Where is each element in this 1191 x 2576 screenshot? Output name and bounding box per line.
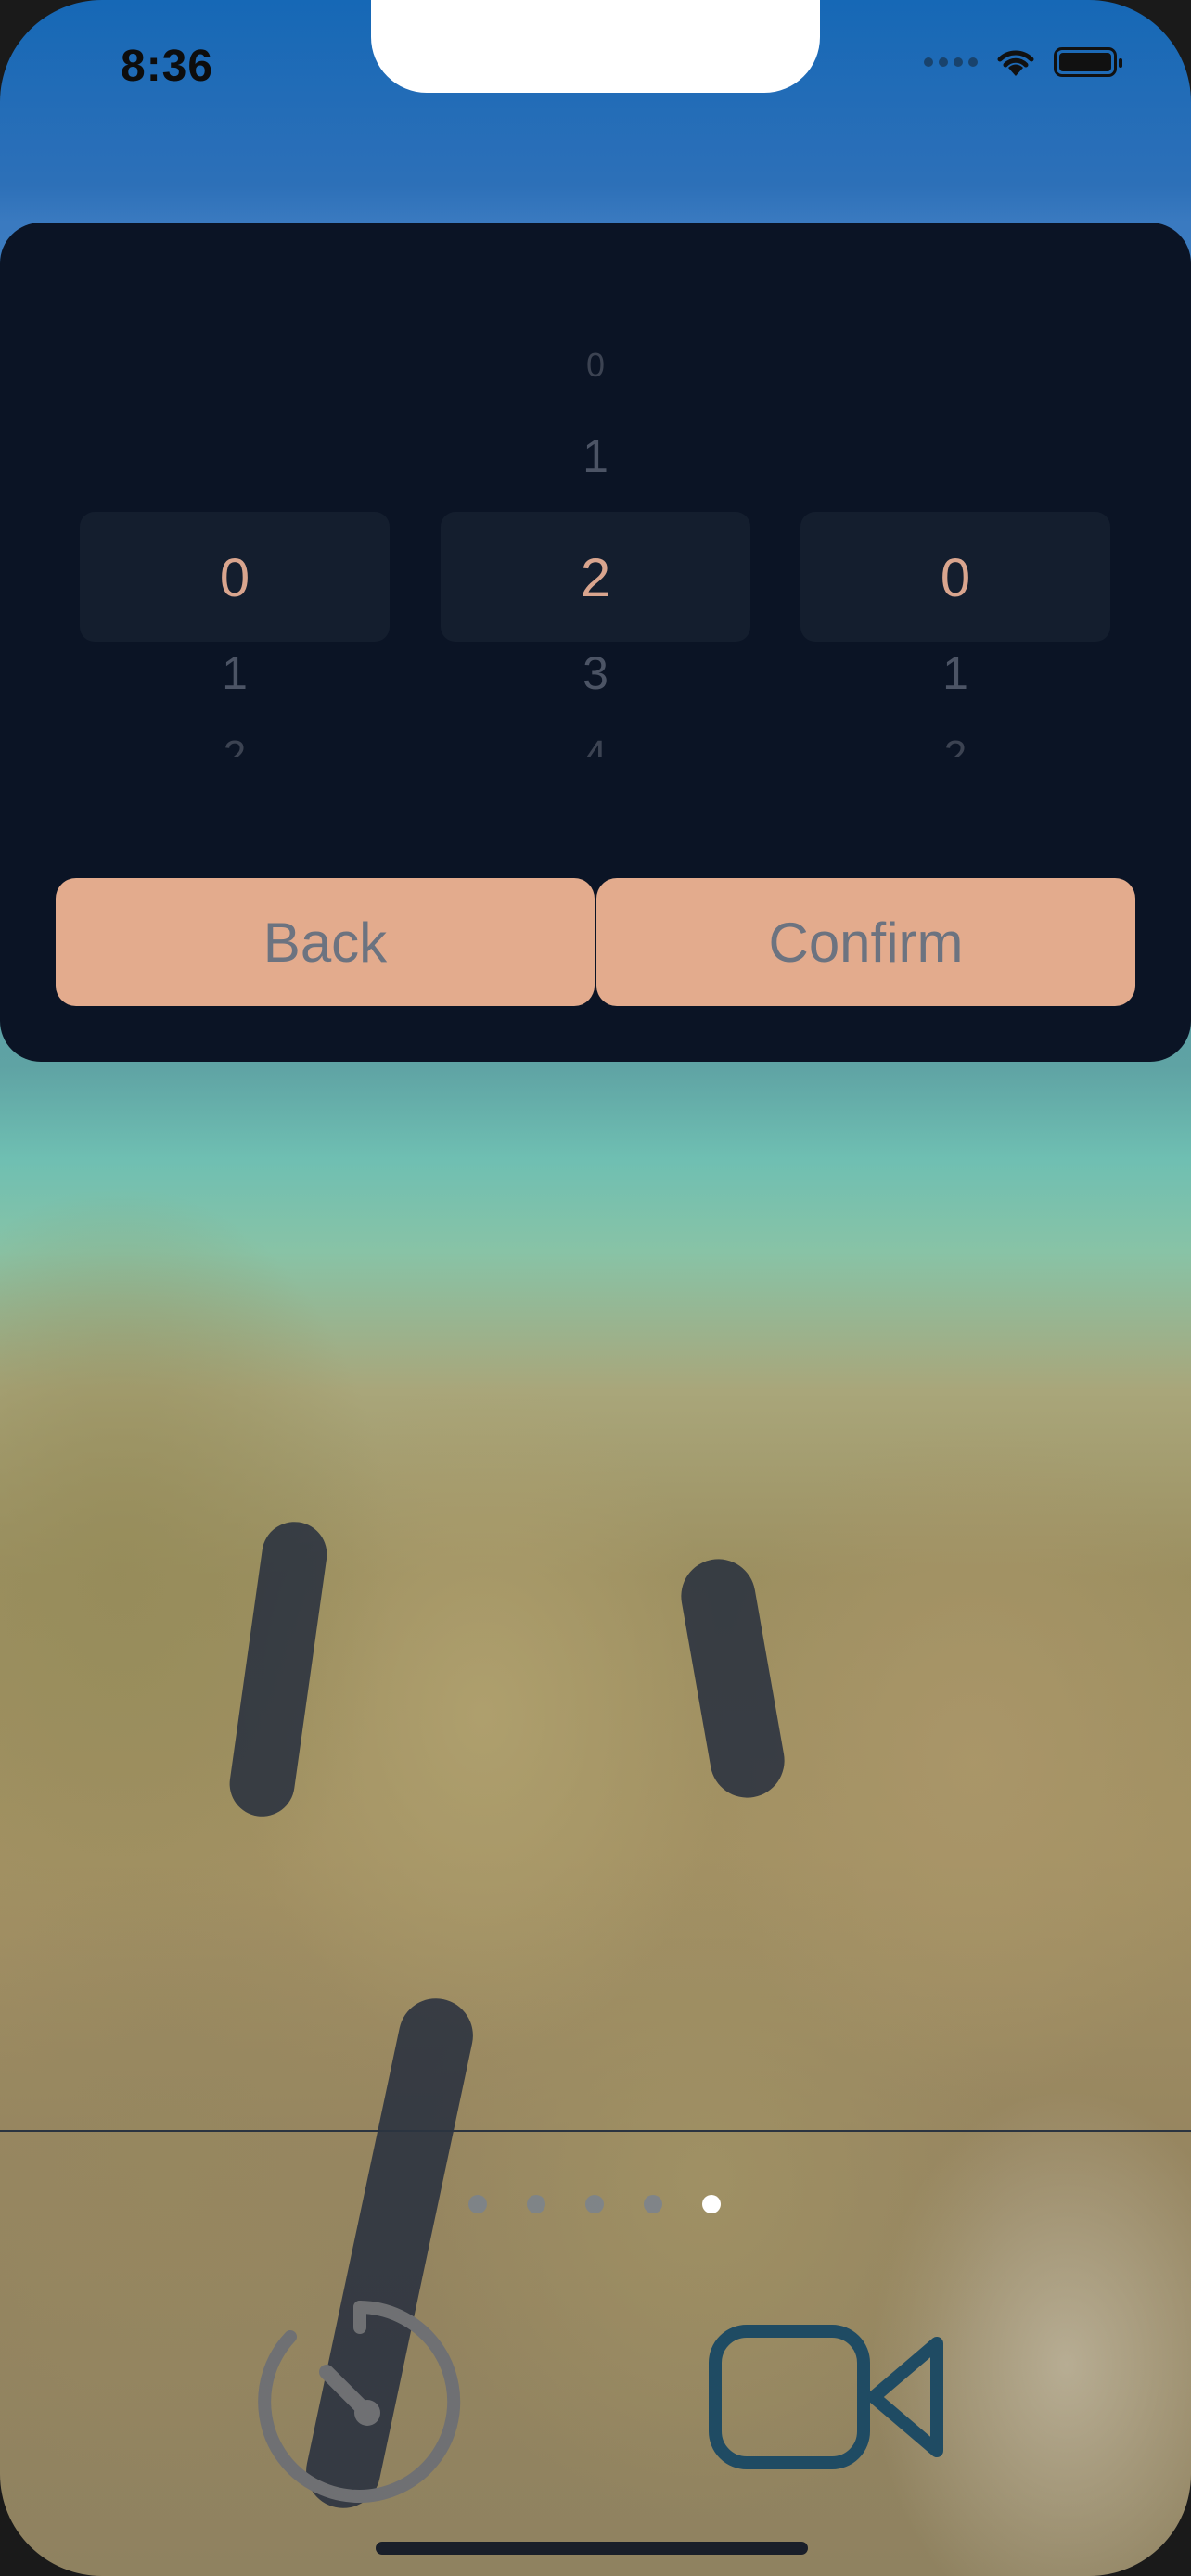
picker-option[interactable]: 1	[80, 646, 390, 700]
status-icons	[924, 46, 1122, 78]
page-dot[interactable]	[644, 2195, 662, 2213]
picker-option[interactable]: 2	[800, 733, 1110, 757]
page-dot-active[interactable]	[702, 2195, 721, 2213]
phone-screen: 8:36 0 1 2 0 1 2 3 4 0 1 2 Back Confirm	[0, 0, 1191, 2576]
picker-option[interactable]: 0	[441, 346, 750, 383]
home-indicator[interactable]	[376, 2542, 808, 2555]
page-dot[interactable]	[585, 2195, 604, 2213]
signal-icon	[924, 57, 978, 67]
picker-option[interactable]: 3	[441, 646, 750, 700]
wifi-icon	[997, 50, 1034, 76]
picker-selected-value[interactable]: 0	[800, 547, 1110, 609]
time-picker-panel: 0 1 2 0 1 2 3 4 0 1 2 Back Confirm	[0, 223, 1191, 1062]
status-time: 8:36	[121, 42, 214, 91]
confirm-button[interactable]: Confirm	[596, 878, 1135, 1006]
divider	[0, 2130, 1191, 2132]
timer-icon[interactable]	[249, 2290, 471, 2513]
picker-column-hours[interactable]: 0 1 2	[80, 223, 390, 835]
picker-option[interactable]: 2	[80, 733, 390, 757]
page-dot[interactable]	[468, 2195, 487, 2213]
page-indicator[interactable]	[468, 2195, 721, 2213]
picker-selected-value[interactable]: 0	[80, 547, 390, 609]
picker-option[interactable]	[80, 346, 390, 383]
picker-option[interactable]	[800, 346, 1110, 383]
picker-option[interactable]: 4	[441, 733, 750, 757]
picker-option[interactable]: 1	[800, 646, 1110, 700]
picker-column-seconds[interactable]: 0 1 2	[800, 223, 1110, 835]
back-button[interactable]: Back	[56, 878, 595, 1006]
picker-selected-value[interactable]: 2	[441, 547, 750, 609]
page-dot[interactable]	[527, 2195, 545, 2213]
picker-column-minutes[interactable]: 0 1 2 3 4	[441, 223, 750, 835]
picker-option[interactable]: 1	[441, 429, 750, 483]
battery-icon	[1054, 47, 1122, 77]
notch	[371, 0, 820, 93]
video-camera-icon[interactable]	[707, 2323, 950, 2471]
